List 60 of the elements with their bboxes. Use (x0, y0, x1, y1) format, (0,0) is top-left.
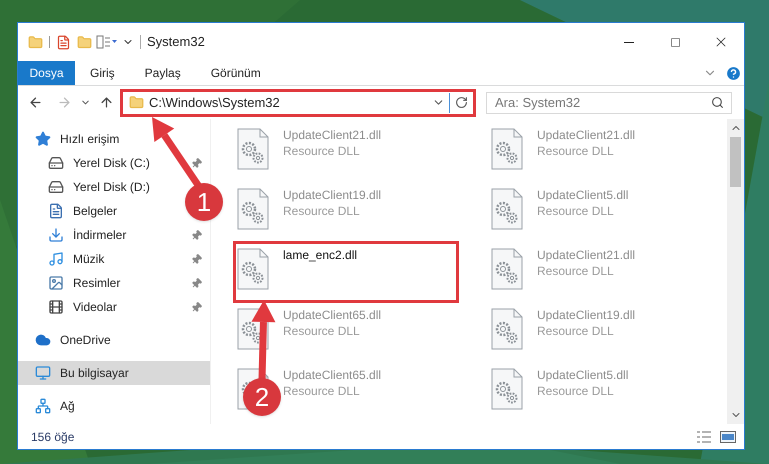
file-type: Resource DLL (537, 143, 615, 159)
cloud-icon (35, 332, 51, 348)
dll-file-icon (490, 307, 524, 351)
network-icon (35, 398, 51, 414)
sidebar-item[interactable]: Yerel Disk (C:) (18, 151, 210, 175)
drive-icon (48, 155, 64, 171)
scrollbar[interactable] (727, 119, 744, 424)
dll-file-icon (236, 247, 270, 291)
ribbon-tab[interactable]: Giriş (75, 61, 130, 85)
file-type: Resource DLL (283, 143, 361, 159)
sidebar-item[interactable]: Resimler (18, 271, 210, 295)
sidebar-item[interactable]: Videolar (18, 295, 210, 319)
sidebar-item[interactable]: OneDrive (18, 328, 210, 352)
file-type: Resource DLL (537, 383, 615, 399)
file-type: Resource DLL (283, 323, 361, 339)
film-icon (48, 299, 64, 315)
search-field[interactable]: Ara: System32 (486, 92, 732, 114)
folder-icon (129, 95, 144, 110)
item-count: 156 öğe (31, 428, 74, 446)
file-type: Resource DLL (283, 203, 361, 219)
dll-file-icon (490, 187, 524, 231)
refresh-icon[interactable] (455, 96, 468, 109)
sidebar-item[interactable]: İndirmeler (18, 223, 210, 247)
ribbon-tab[interactable]: Paylaş (130, 61, 196, 85)
dll-file-icon (490, 247, 524, 291)
file-type: Resource DLL (537, 203, 615, 219)
scrollbar-thumb[interactable] (730, 137, 741, 187)
search-icon (711, 96, 724, 108)
sidebar-item[interactable]: Bu bilgisayar (18, 361, 210, 385)
dll-file-icon (490, 127, 524, 171)
dll-file-icon (236, 187, 270, 231)
sidebar-item[interactable]: Hızlı erişim (18, 127, 210, 151)
address-field[interactable]: C:\Windows\System32 (122, 90, 474, 114)
music-note-icon (48, 251, 64, 267)
download-icon (48, 227, 64, 243)
ribbon-tab[interactable]: Görünüm (196, 61, 276, 85)
sidebar-item[interactable]: Belgeler (18, 199, 126, 223)
maximize-icon (670, 36, 680, 48)
file-name[interactable]: lame_enc2.dll (283, 247, 358, 263)
large-icons-view-icon[interactable] (720, 430, 736, 442)
drive-icon (48, 179, 64, 195)
back-icon[interactable] (28, 95, 43, 110)
file-type: Resource DLL (283, 383, 361, 399)
document-icon (48, 203, 64, 219)
details-view-icon[interactable] (696, 430, 712, 442)
star-icon (35, 131, 51, 147)
monitor-icon (35, 365, 51, 381)
picture-icon (48, 275, 64, 291)
help-icon[interactable] (725, 64, 742, 82)
properties-icon[interactable] (56, 34, 71, 50)
sidebar-item[interactable]: Müzik (18, 247, 210, 271)
sidebar-item[interactable]: Yerel Disk (D:) (18, 175, 158, 199)
file-type: Resource DLL (537, 323, 615, 339)
file-type: Resource DLL (537, 263, 615, 279)
dll-file-icon (236, 127, 270, 171)
window-title: System32 (147, 33, 205, 52)
dll-file-icon (490, 367, 524, 411)
sidebar-item[interactable]: Ağ (18, 394, 210, 418)
view-options-icon[interactable] (96, 35, 118, 49)
up-icon[interactable] (99, 95, 114, 110)
